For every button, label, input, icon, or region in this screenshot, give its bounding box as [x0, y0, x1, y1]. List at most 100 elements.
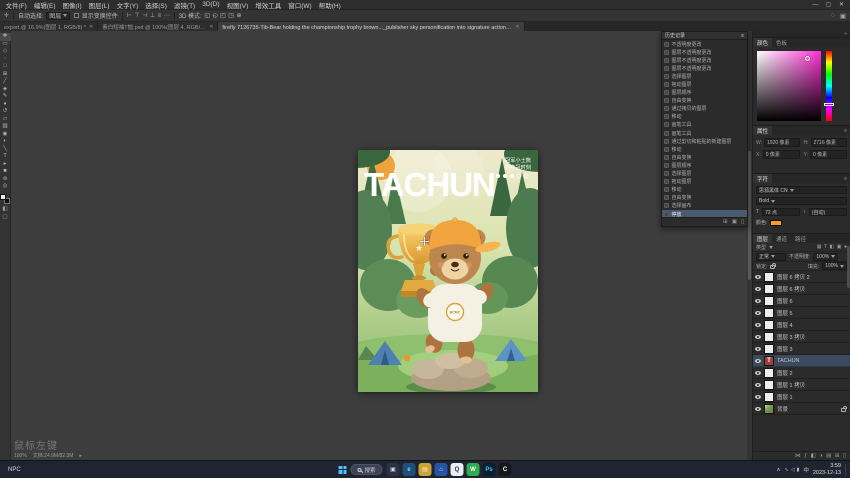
filter-shape-layers-icon[interactable]: ◧: [830, 244, 835, 250]
field-value[interactable]: 2716 像素: [811, 138, 848, 147]
dodge-tool[interactable]: ◐: [0, 138, 11, 146]
history-step[interactable]: 图层顺序: [662, 89, 747, 97]
panel-tab[interactable]: 字符: [753, 174, 772, 183]
layer-name[interactable]: TACHUN: [777, 358, 800, 364]
eyedropper-tool[interactable]: ╱: [0, 78, 11, 86]
document-tab[interactable]: 素白短袖T恤.psd @ 100%(图层 4, RGB/8#) * ✕: [98, 22, 218, 31]
clone-stamp-tool[interactable]: ♦: [0, 101, 11, 109]
layer-row[interactable]: 图层 6: [753, 295, 850, 307]
layer-visibility-eye-icon[interactable]: [755, 335, 761, 339]
fill-field[interactable]: 100%: [822, 262, 847, 270]
layer-thumbnail[interactable]: [764, 404, 774, 414]
field-value[interactable]: 1920 像素: [764, 138, 799, 147]
align-bottom-icon[interactable]: ⊥: [150, 12, 155, 19]
distribute-icon[interactable]: ≡: [158, 13, 162, 19]
panel-tab[interactable]: 通道: [772, 234, 791, 243]
history-step[interactable]: 停放: [662, 210, 747, 217]
saturation-brightness-picker[interactable]: [757, 51, 821, 121]
blend-mode-dropdown[interactable]: 正常: [756, 253, 786, 261]
menu-item[interactable]: 滤镜(T): [170, 0, 198, 10]
layer-effects-icon[interactable]: ƒ: [804, 453, 807, 459]
layer-visibility-eye-icon[interactable]: [755, 383, 761, 387]
qq[interactable]: Q: [451, 463, 464, 476]
layer-visibility-eye-icon[interactable]: [755, 299, 761, 303]
layer-row[interactable]: 图层 2: [753, 367, 850, 379]
link-layers-icon[interactable]: ⋈: [795, 453, 801, 459]
healing-brush-tool[interactable]: ◈: [0, 86, 11, 94]
show-transform-checkbox[interactable]: 显示变换控件: [74, 11, 118, 20]
layer-thumbnail[interactable]: [764, 272, 774, 282]
layer-row[interactable]: 图层 1: [753, 391, 850, 403]
layer-row[interactable]: 背景: [753, 403, 850, 415]
foreground-color-swatch[interactable]: [0, 194, 6, 200]
layer-name[interactable]: 图层 4: [777, 321, 793, 329]
layer-thumbnail[interactable]: [764, 332, 774, 342]
edge-browser[interactable]: e: [403, 463, 416, 476]
layer-visibility-eye-icon[interactable]: [755, 311, 761, 315]
eraser-tool[interactable]: ▱: [0, 116, 11, 124]
menu-item[interactable]: 帮助(H): [315, 0, 344, 10]
photoshop[interactable]: Ps: [483, 463, 496, 476]
layer-visibility-eye-icon[interactable]: [755, 323, 761, 327]
gradient-tool[interactable]: ▨: [0, 123, 11, 131]
layer-row[interactable]: 图层 6 拷贝: [753, 283, 850, 295]
history-step[interactable]: 拖动图层: [662, 80, 747, 88]
history-step[interactable]: 自由变换: [662, 153, 747, 161]
tab-close-icon[interactable]: ✕: [515, 24, 519, 30]
more-align-options-icon[interactable]: ⋯: [164, 12, 170, 19]
align-right-icon[interactable]: ⊣: [142, 12, 147, 19]
field-value[interactable]: 0 像素: [763, 150, 800, 159]
history-step[interactable]: 通过剪切和粘贴的新建图层: [662, 137, 747, 145]
history-step[interactable]: 画笔工具: [662, 129, 747, 137]
menu-item[interactable]: 文件(F): [2, 0, 30, 10]
auto-select-dropdown[interactable]: 图层: [46, 12, 70, 20]
history-step[interactable]: 自由变换: [662, 97, 747, 105]
layer-visibility-eye-icon[interactable]: [755, 275, 761, 279]
layer-row[interactable]: 图层 3: [753, 343, 850, 355]
start-button[interactable]: [338, 466, 346, 474]
align-left-icon[interactable]: ⊢: [127, 12, 132, 19]
show-desktop-button[interactable]: [845, 464, 847, 476]
3d-rotate-icon[interactable]: ◱: [204, 12, 210, 19]
layer-thumbnail[interactable]: [764, 344, 774, 354]
quick-selection-tool[interactable]: ◦: [0, 56, 11, 64]
crop-tool[interactable]: □: [0, 63, 11, 71]
pen-tool[interactable]: ╲: [0, 146, 11, 154]
layer-name[interactable]: 背景: [777, 405, 788, 413]
new-document-from-state-icon[interactable]: ⊞: [723, 219, 728, 225]
layer-visibility-eye-icon[interactable]: [755, 287, 761, 291]
workspace-switcher-icon[interactable]: ▣: [840, 12, 846, 20]
wifi-icon[interactable]: ∿: [785, 467, 789, 473]
layer-thumbnail[interactable]: [764, 380, 774, 390]
panel-menu-icon[interactable]: ≡: [741, 33, 744, 39]
tab-close-icon[interactable]: ✕: [209, 24, 213, 30]
layer-name[interactable]: 图层 2: [777, 369, 793, 377]
layer-visibility-eye-icon[interactable]: [755, 359, 761, 363]
history-step[interactable]: 画笔工具: [662, 121, 747, 129]
close-button[interactable]: ✕: [835, 1, 848, 8]
minimize-button[interactable]: —: [809, 2, 822, 8]
menu-item[interactable]: 文字(Y): [113, 0, 142, 10]
history-step[interactable]: 移动: [662, 113, 747, 121]
layer-name[interactable]: 图层 3 拷贝: [777, 333, 805, 341]
screen-mode-icon[interactable]: ▢: [2, 214, 7, 220]
layer-row[interactable]: 图层 5: [753, 307, 850, 319]
tab-close-icon[interactable]: ✕: [89, 24, 93, 30]
document-tab[interactable]: export @ 16.9%(图层 1, RGB/8) * ✕: [0, 22, 98, 31]
history-step[interactable]: 移动: [662, 186, 747, 194]
taskbar-widget[interactable]: NPC: [8, 461, 21, 478]
3d-slide-icon[interactable]: ◳: [228, 12, 234, 19]
layer-name[interactable]: 图层 5: [777, 309, 793, 317]
layer-visibility-eye-icon[interactable]: [755, 371, 761, 375]
layer-name[interactable]: 图层 6: [777, 297, 793, 305]
layer-group-icon[interactable]: ▤: [826, 453, 831, 459]
layer-name[interactable]: 图层 1: [777, 393, 793, 401]
history-step[interactable]: 选择图层: [662, 72, 747, 80]
marquee-tool[interactable]: ▭: [0, 41, 11, 49]
zoom-tool[interactable]: ◎: [0, 183, 11, 191]
new-snapshot-icon[interactable]: ▣: [732, 219, 737, 225]
taskbar-clock[interactable]: 3:59 2023-12-13: [813, 463, 841, 476]
menu-item[interactable]: 3D(D): [199, 1, 223, 8]
layer-row[interactable]: 图层 3 拷贝: [753, 331, 850, 343]
menu-item[interactable]: 图层(L): [85, 0, 113, 10]
